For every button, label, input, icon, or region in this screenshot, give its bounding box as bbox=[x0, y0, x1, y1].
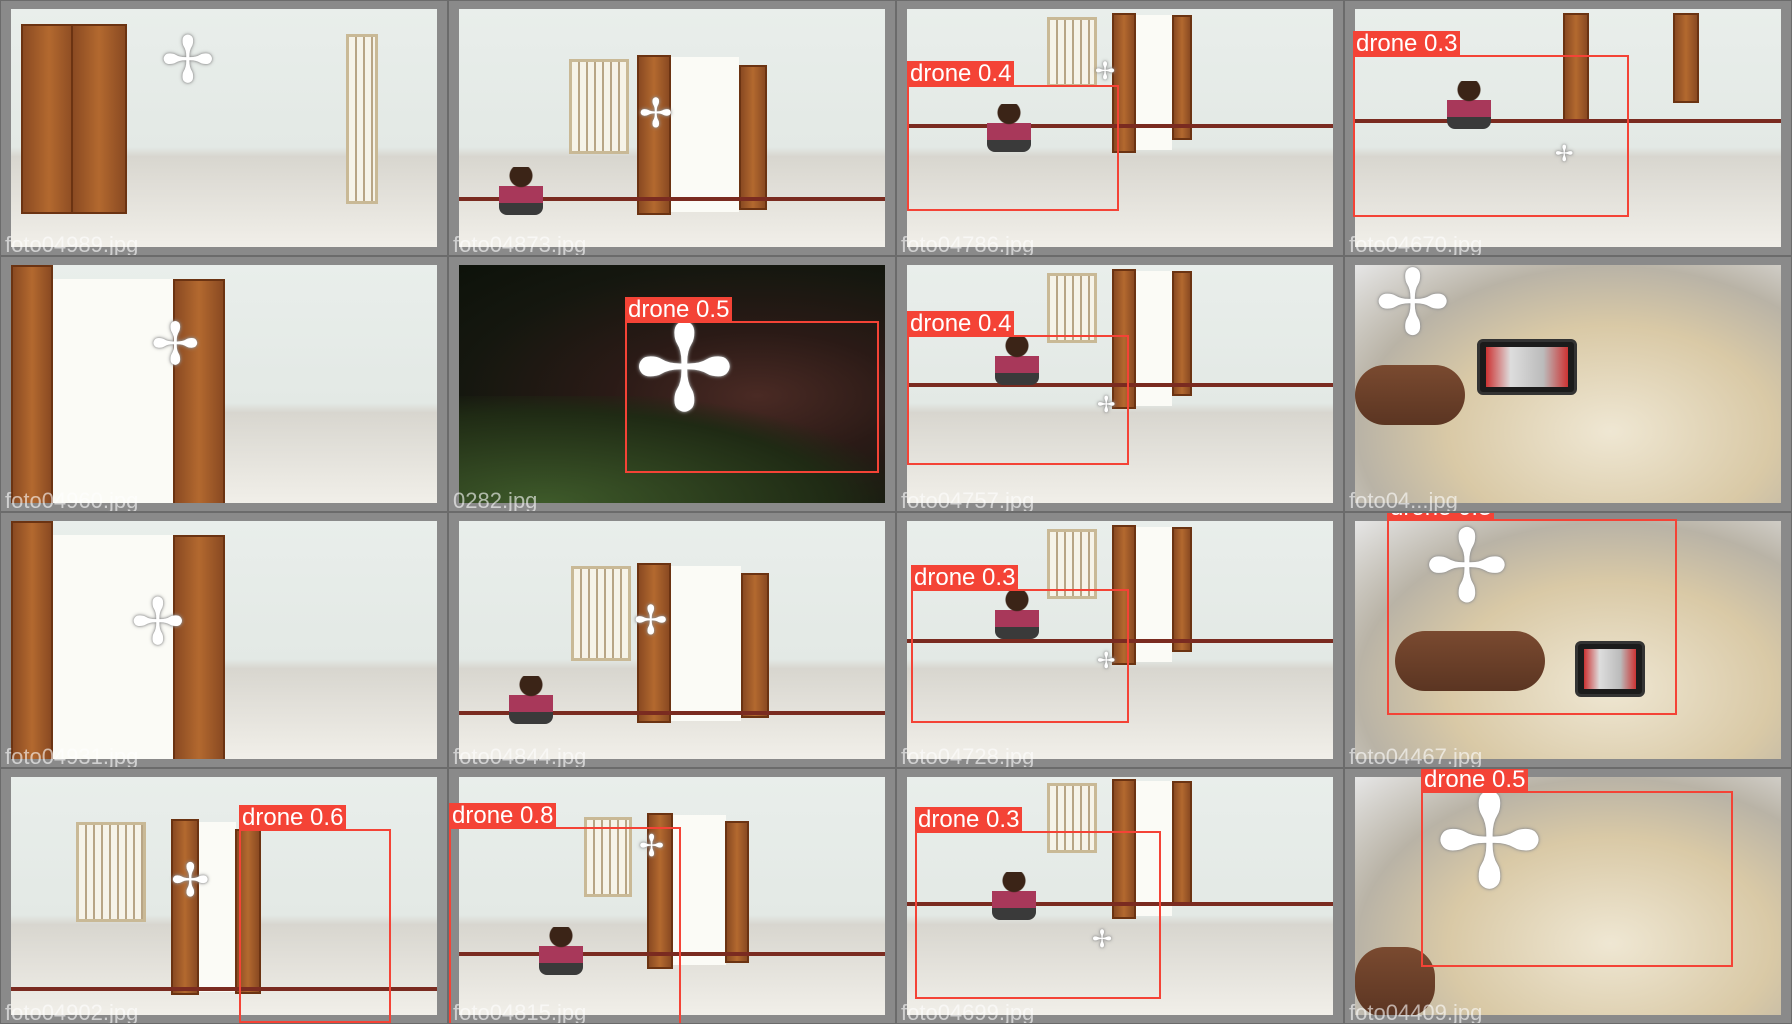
window bbox=[571, 566, 631, 661]
detection-label: drone 0.3 bbox=[911, 565, 1019, 591]
photo: ✢ bbox=[459, 521, 885, 759]
image-filename: foto04844.jpg bbox=[453, 744, 587, 768]
image-tile[interactable]: ✢ drone 0.3 foto04670.jpg bbox=[1344, 0, 1792, 256]
door bbox=[21, 24, 77, 214]
photo: ✢ bbox=[11, 9, 437, 247]
image-tile[interactable]: ✢ drone 0.5 0282.jpg bbox=[448, 256, 896, 512]
detection-label: drone 0.3 bbox=[915, 807, 1023, 833]
door bbox=[11, 521, 53, 759]
detection-box[interactable] bbox=[449, 827, 681, 1023]
detection-results-grid: ✢ foto04989.jpg ✢ foto04873.jpg ✢ drone … bbox=[0, 0, 1792, 1024]
drone-icon: ✢ bbox=[151, 310, 200, 378]
drone-icon: ✢ bbox=[171, 853, 210, 907]
person bbox=[499, 167, 543, 215]
hand bbox=[1355, 365, 1465, 425]
image-filename: foto04467.jpg bbox=[1349, 744, 1483, 768]
detection-label: drone 0.5 bbox=[625, 297, 733, 323]
image-tile[interactable]: ✢ drone 0.5 foto04409.jpg bbox=[1344, 768, 1792, 1024]
image-tile[interactable]: ✢ drone 0.3 foto04467.jpg bbox=[1344, 512, 1792, 768]
image-filename: foto04670.jpg bbox=[1349, 232, 1483, 256]
detection-box[interactable] bbox=[1421, 791, 1733, 967]
door bbox=[1172, 271, 1192, 396]
detection-box[interactable] bbox=[915, 831, 1161, 999]
image-tile[interactable]: ✢ drone 0.8 foto04815.jpg bbox=[448, 768, 896, 1024]
image-filename: foto04728.jpg bbox=[901, 744, 1035, 768]
image-filename: foto04...jpg bbox=[1349, 488, 1458, 512]
image-filename: foto04873.jpg bbox=[453, 232, 587, 256]
image-filename: foto04815.jpg bbox=[453, 1000, 587, 1024]
drone-icon: ✢ bbox=[1095, 57, 1116, 85]
window bbox=[76, 822, 146, 922]
window bbox=[1047, 17, 1097, 87]
door bbox=[1172, 15, 1192, 140]
image-filename: foto04989.jpg bbox=[5, 232, 139, 256]
detection-label: drone 0.3 bbox=[1387, 513, 1495, 521]
photo: ✢ bbox=[1355, 265, 1781, 503]
window bbox=[1047, 273, 1097, 343]
photo: ✢ bbox=[11, 521, 437, 759]
image-filename: foto04757.jpg bbox=[901, 488, 1035, 512]
image-filename: 0282.jpg bbox=[453, 488, 538, 512]
doorway bbox=[671, 566, 741, 721]
drone-icon: ✢ bbox=[161, 24, 215, 98]
image-tile[interactable]: ✢ foto04989.jpg bbox=[0, 0, 448, 256]
door bbox=[1673, 13, 1699, 103]
door bbox=[11, 265, 53, 503]
image-tile[interactable]: ✢ foto04...jpg bbox=[1344, 256, 1792, 512]
image-filename: foto04409.jpg bbox=[1349, 1000, 1483, 1024]
detection-box[interactable] bbox=[1387, 519, 1677, 715]
image-tile[interactable]: ✢ drone 0.4 foto04786.jpg bbox=[896, 0, 1344, 256]
detection-label: drone 0.4 bbox=[907, 61, 1015, 87]
detection-box[interactable] bbox=[911, 589, 1129, 723]
image-tile[interactable]: ✢ drone 0.3 foto04699.jpg bbox=[896, 768, 1344, 1024]
detection-box[interactable] bbox=[239, 829, 391, 1023]
image-filename: foto04931.jpg bbox=[5, 744, 139, 768]
window bbox=[346, 34, 378, 204]
image-tile[interactable]: ✢ foto04931.jpg bbox=[0, 512, 448, 768]
image-tile[interactable]: ✢ foto04873.jpg bbox=[448, 0, 896, 256]
image-tile[interactable]: ✢ drone 0.6 foto04902.jpg bbox=[0, 768, 448, 1024]
window bbox=[569, 59, 629, 154]
detection-label: drone 0.5 bbox=[1421, 769, 1529, 793]
drone-icon: ✢ bbox=[131, 586, 185, 660]
detection-box[interactable] bbox=[625, 321, 879, 473]
image-tile[interactable]: ✢ foto04960.jpg bbox=[0, 256, 448, 512]
image-tile[interactable]: ✢ drone 0.3 foto04728.jpg bbox=[896, 512, 1344, 768]
door bbox=[1172, 781, 1192, 906]
drone-icon: ✢ bbox=[639, 91, 673, 137]
detection-label: drone 0.3 bbox=[1353, 31, 1461, 57]
drone-icon: ✢ bbox=[634, 598, 668, 644]
detection-box[interactable] bbox=[907, 85, 1119, 211]
doorway bbox=[196, 822, 236, 992]
doorway bbox=[1132, 15, 1172, 150]
detection-label: drone 0.6 bbox=[239, 805, 347, 831]
photo: ✢ bbox=[11, 265, 437, 503]
door bbox=[71, 24, 127, 214]
door bbox=[171, 819, 199, 995]
person bbox=[509, 676, 553, 724]
detection-box[interactable] bbox=[907, 335, 1129, 465]
door bbox=[739, 65, 767, 210]
door bbox=[741, 573, 769, 718]
image-tile[interactable]: ✢ drone 0.4 foto04757.jpg bbox=[896, 256, 1344, 512]
detection-label: drone 0.4 bbox=[907, 311, 1015, 337]
photo: ✢ bbox=[459, 9, 885, 247]
detection-label: drone 0.8 bbox=[449, 803, 557, 829]
doorway bbox=[669, 57, 739, 212]
image-filename: foto04960.jpg bbox=[5, 488, 139, 512]
door bbox=[725, 821, 749, 963]
image-filename: foto04699.jpg bbox=[901, 1000, 1035, 1024]
detection-box[interactable] bbox=[1353, 55, 1629, 217]
door bbox=[1172, 527, 1192, 652]
image-filename: foto04786.jpg bbox=[901, 232, 1035, 256]
phone bbox=[1477, 339, 1577, 395]
image-tile[interactable]: ✢ foto04844.jpg bbox=[448, 512, 896, 768]
drone-icon: ✢ bbox=[1375, 265, 1451, 356]
image-filename: foto04902.jpg bbox=[5, 1000, 139, 1024]
